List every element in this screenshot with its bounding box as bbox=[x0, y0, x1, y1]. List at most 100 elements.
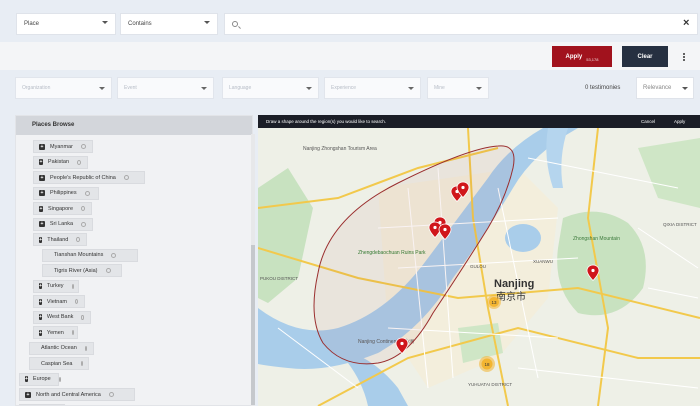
chevron-down-icon bbox=[201, 87, 207, 90]
apply-button[interactable]: Apply 53,178 bbox=[552, 46, 612, 67]
sort-select[interactable]: Relevance bbox=[636, 77, 694, 99]
map-label-qixia: QIXIA DISTRICT bbox=[663, 222, 697, 227]
apply-button-label: Apply bbox=[565, 53, 583, 60]
tree-item-label: Tianshan Mountains bbox=[54, 252, 104, 258]
tree-item-label: Pakistan bbox=[47, 159, 70, 165]
filter-language[interactable]: Language bbox=[222, 77, 319, 99]
chevron-down-icon bbox=[306, 87, 312, 90]
tree-item[interactable]: + Yemen bbox=[33, 326, 78, 339]
map-label-zhongshan: Nanjing Zhongshan Tourism Area bbox=[303, 146, 377, 152]
plus-icon[interactable]: + bbox=[39, 236, 43, 243]
tree-item[interactable]: + Turkey bbox=[33, 279, 79, 293]
plus-icon[interactable]: + bbox=[39, 298, 42, 305]
info-icon[interactable] bbox=[75, 299, 78, 304]
map-apply-link[interactable]: Apply bbox=[674, 119, 685, 124]
filter-event[interactable]: Event bbox=[117, 77, 214, 99]
map-label-yuhuatai: YUHUATAI DISTRICT bbox=[468, 382, 512, 387]
tree-item[interactable]: + North and Central America bbox=[19, 388, 135, 401]
info-icon[interactable] bbox=[58, 376, 61, 382]
chevron-down-icon bbox=[204, 21, 210, 24]
plus-icon[interactable]: + bbox=[39, 314, 42, 320]
tree-item-label: Myanmar bbox=[50, 143, 73, 150]
info-icon[interactable] bbox=[71, 330, 74, 335]
kebab-menu-icon[interactable] bbox=[683, 53, 685, 61]
chevron-down-icon bbox=[476, 87, 482, 90]
tree-item[interactable]: Tianshan Mountains bbox=[42, 248, 138, 262]
chevron-down-icon bbox=[99, 87, 105, 90]
filter-organization[interactable]: Organization bbox=[15, 77, 112, 99]
info-icon[interactable] bbox=[81, 206, 85, 211]
tree-item[interactable]: + Thailand bbox=[33, 233, 87, 246]
plus-icon[interactable]: + bbox=[39, 221, 45, 227]
map-instruction: Draw a shape around the region(s) you wo… bbox=[266, 119, 387, 124]
filter-organization-placeholder: Organization bbox=[22, 85, 51, 91]
field-select[interactable]: Place bbox=[16, 13, 116, 35]
info-icon[interactable] bbox=[77, 159, 81, 165]
operator-select[interactable]: Contains bbox=[120, 13, 218, 35]
cluster-marker[interactable]: 18 bbox=[479, 356, 495, 372]
tree-item[interactable]: Tigris River (Asia) bbox=[42, 264, 122, 277]
map-label-gulou: GULOU bbox=[470, 264, 486, 269]
plus-icon[interactable]: + bbox=[39, 174, 45, 181]
tree-item[interactable]: + People's Republic of China bbox=[33, 171, 145, 184]
info-icon[interactable] bbox=[105, 268, 111, 273]
info-icon[interactable] bbox=[123, 175, 129, 180]
tree-item-label: Tigris River (Asia) bbox=[54, 267, 98, 274]
field-select-value: Place bbox=[24, 21, 40, 27]
tree-item[interactable]: Caspian Sea bbox=[29, 357, 89, 370]
filter-event-placeholder: Event bbox=[124, 85, 137, 91]
sort-select-value: Relevance bbox=[643, 85, 672, 91]
plus-icon[interactable]: + bbox=[39, 283, 42, 289]
tree-item-label: Thailand bbox=[47, 236, 69, 243]
tree-item-label: Atlantic Ocean bbox=[41, 345, 77, 351]
map-view[interactable]: Draw a shape around the region(s) you wo… bbox=[258, 115, 700, 406]
tree-item-label: Philippines bbox=[50, 190, 77, 196]
tree-item[interactable]: + Myanmar bbox=[33, 140, 93, 153]
filter-mine[interactable]: Mine bbox=[427, 77, 489, 99]
search-input[interactable] bbox=[224, 13, 698, 35]
cluster-marker[interactable]: 13 bbox=[487, 295, 501, 309]
chevron-down-icon bbox=[682, 87, 688, 90]
info-icon[interactable] bbox=[108, 392, 114, 397]
tree-item[interactable]: + West Bank bbox=[33, 310, 91, 324]
map-label-xuanwu: XUANWU bbox=[533, 259, 553, 264]
info-icon[interactable] bbox=[76, 237, 80, 242]
search-icon bbox=[232, 21, 238, 27]
map-cancel-link[interactable]: Cancel bbox=[641, 119, 655, 124]
plus-icon[interactable]: + bbox=[25, 376, 28, 382]
filter-experience[interactable]: Experience bbox=[324, 77, 421, 99]
plus-icon[interactable]: + bbox=[39, 159, 43, 165]
info-icon[interactable] bbox=[111, 252, 117, 258]
map-label-pukou: PUKOU DISTRICT bbox=[260, 276, 298, 281]
chevron-down-icon bbox=[408, 87, 414, 90]
action-bar: Apply 53,178 Clear bbox=[0, 42, 700, 70]
plus-icon[interactable]: + bbox=[39, 205, 43, 212]
info-icon[interactable] bbox=[81, 314, 84, 320]
chevron-down-icon bbox=[102, 21, 108, 24]
info-icon[interactable] bbox=[80, 361, 83, 366]
tree-item[interactable]: + Singapore bbox=[33, 202, 92, 215]
map-canvas[interactable]: Nanjing Zhongshan Tourism Area Zhongshan… bbox=[258, 128, 700, 406]
info-icon[interactable] bbox=[71, 283, 74, 289]
plus-icon[interactable]: + bbox=[39, 143, 45, 150]
info-icon[interactable] bbox=[80, 144, 86, 149]
tree-item[interactable]: Atlantic Ocean bbox=[29, 341, 94, 355]
scrollbar-thumb[interactable] bbox=[251, 245, 255, 405]
close-icon[interactable]: × bbox=[683, 17, 689, 29]
info-icon[interactable] bbox=[84, 190, 90, 196]
results-count: 0 testimonies bbox=[585, 85, 621, 91]
tree-item[interactable]: + Sri Lanka bbox=[33, 217, 93, 231]
plus-icon[interactable]: + bbox=[39, 329, 42, 336]
info-icon[interactable] bbox=[84, 345, 87, 351]
filter-mine-placeholder: Mine bbox=[434, 85, 445, 91]
tree-item[interactable]: + Vietnam bbox=[33, 295, 85, 308]
tree-item[interactable]: + Philippines bbox=[33, 186, 99, 200]
info-icon[interactable] bbox=[81, 221, 86, 227]
map-draw-toolbar: Draw a shape around the region(s) you wo… bbox=[258, 115, 700, 128]
tree-item[interactable]: + Europe bbox=[19, 372, 61, 386]
plus-icon[interactable]: + bbox=[39, 190, 45, 196]
tree-item[interactable]: + Pakistan bbox=[33, 155, 88, 169]
tree-item-label: North and Central America bbox=[36, 391, 101, 398]
plus-icon[interactable]: + bbox=[25, 391, 31, 398]
clear-button[interactable]: Clear bbox=[622, 46, 668, 67]
